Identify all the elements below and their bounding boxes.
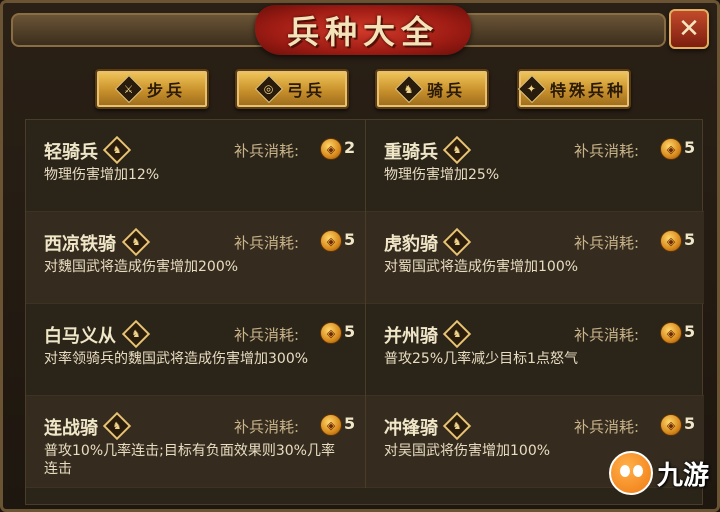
unit-description: 对蜀国武将造成伤害增加100% <box>384 259 579 275</box>
horse-icon: ♞ <box>442 411 472 441</box>
tab-label: 骑兵 <box>426 81 465 100</box>
unit-description: 对魏国武将造成伤害增加200% <box>44 259 239 275</box>
cost-value: 5 <box>684 230 696 249</box>
watermark: 九游 <box>609 439 719 507</box>
horse-icon: ♞ <box>121 227 151 257</box>
tab-label: 弓兵 <box>286 81 325 100</box>
unit-description: 对率领骑兵的魏国武将造成伤害增加300% <box>44 351 309 367</box>
table-row: 连战骑 ♞ 补兵消耗: ◈ 5 普攻10%几率连击;目标有负面效果则30%几率连击 冲锋骑 ♞… <box>26 396 704 488</box>
unit-card[interactable]: 连战骑 ♞ 补兵消耗: ◈ 5 普攻10%几率连击;目标有负面效果则30%几率连击 <box>26 396 365 488</box>
tab-cavalry[interactable]: ♞ 骑兵 <box>375 69 489 109</box>
cost-label: 补兵消耗: <box>574 142 640 160</box>
cost-value: 2 <box>344 138 356 157</box>
coin-icon: ◈ <box>660 414 682 436</box>
tab-label: 特殊兵种 <box>549 81 626 100</box>
unit-list[interactable]: 轻骑兵 ♞ 补兵消耗: ◈ 2 物理伤害增加12% 重骑兵 ♞ 补兵消耗: ◈ 5 物理伤害增加25%… <box>25 119 704 505</box>
cost-value: 5 <box>684 138 696 157</box>
unit-description: 普攻25%几率减少目标1点怒气 <box>384 351 579 367</box>
cost-label: 补兵消耗: <box>574 234 640 252</box>
cost-value: 5 <box>344 230 356 249</box>
cost-label: 补兵消耗: <box>234 142 300 160</box>
table-row: 白马义从 ♞ 补兵消耗: ◈ 5 对率领骑兵的魏国武将造成伤害增加300% 并州骑 ♞ 补兵消耗… <box>26 304 704 396</box>
cost-label: 补兵消耗: <box>574 418 640 436</box>
cost-value: 5 <box>344 322 356 341</box>
horse-icon: ♞ <box>394 74 424 104</box>
coin-icon: ◈ <box>320 414 342 436</box>
coin-icon: ◈ <box>320 230 342 252</box>
unit-name: 轻骑兵 <box>44 142 98 163</box>
unit-name: 连战骑 <box>44 418 98 439</box>
close-icon: ✕ <box>678 14 700 44</box>
window-title: 兵种大全 <box>286 13 439 51</box>
unit-encyclopedia-window: 兵种大全 ✕ ⚔ 步兵 ◎ 弓兵 ♞ 骑兵 ✦ 特殊兵种 轻骑兵 ♞ 补兵消耗: ◈ 2… <box>0 0 720 512</box>
tab-special[interactable]: ✦ 特殊兵种 <box>517 69 631 109</box>
unit-description: 物理伤害增加12% <box>44 167 160 183</box>
unit-card[interactable]: 白马义从 ♞ 补兵消耗: ◈ 5 对率领骑兵的魏国武将造成伤害增加300% <box>26 304 365 396</box>
bow-icon: ◎ <box>254 74 284 104</box>
unit-description: 物理伤害增加25% <box>384 167 500 183</box>
cost-value: 5 <box>684 322 696 341</box>
unit-name: 冲锋骑 <box>384 418 438 439</box>
cost-label: 补兵消耗: <box>234 234 300 252</box>
tab-label: 步兵 <box>146 81 185 100</box>
unit-card[interactable]: 虎豹骑 ♞ 补兵消耗: ◈ 5 对蜀国武将造成伤害增加100% <box>365 212 704 304</box>
unit-card[interactable]: 重骑兵 ♞ 补兵消耗: ◈ 5 物理伤害增加25% <box>365 120 704 212</box>
coin-icon: ◈ <box>660 230 682 252</box>
table-row: 西凉铁骑 ♞ 补兵消耗: ◈ 5 对魏国武将造成伤害增加200% 虎豹骑 ♞ 补兵消耗: ◈ 5 对蜀… <box>26 212 704 304</box>
cost-label: 补兵消耗: <box>574 326 640 344</box>
watermark-text: 九游 <box>657 460 710 491</box>
category-tabs: ⚔ 步兵 ◎ 弓兵 ♞ 骑兵 ✦ 特殊兵种 <box>11 55 711 113</box>
table-row: 轻骑兵 ♞ 补兵消耗: ◈ 2 物理伤害增加12% 重骑兵 ♞ 补兵消耗: ◈ 5 物理伤害增加25% <box>26 120 704 212</box>
horse-icon: ♞ <box>442 227 472 257</box>
horse-icon: ♞ <box>121 319 151 349</box>
cost-value: 5 <box>684 414 696 433</box>
cost-label: 补兵消耗: <box>234 418 300 436</box>
unit-name: 白马义从 <box>44 326 116 347</box>
horse-icon: ♞ <box>102 411 132 441</box>
coin-icon: ◈ <box>320 322 342 344</box>
star-icon: ✦ <box>517 74 547 104</box>
unit-name: 虎豹骑 <box>384 234 438 255</box>
coin-icon: ◈ <box>320 138 342 160</box>
horse-icon: ♞ <box>442 135 472 165</box>
cost-label: 补兵消耗: <box>234 326 300 344</box>
title-banner: 兵种大全 <box>255 5 471 55</box>
coin-icon: ◈ <box>660 138 682 160</box>
boot-icon: ⚔ <box>114 74 144 104</box>
tab-infantry[interactable]: ⚔ 步兵 <box>95 69 209 109</box>
unit-card[interactable]: 轻骑兵 ♞ 补兵消耗: ◈ 2 物理伤害增加12% <box>26 120 365 212</box>
horse-icon: ♞ <box>102 135 132 165</box>
horse-icon: ♞ <box>442 319 472 349</box>
unit-name: 重骑兵 <box>384 142 438 163</box>
close-button[interactable]: ✕ <box>669 9 709 49</box>
coin-icon: ◈ <box>660 322 682 344</box>
unit-name: 西凉铁骑 <box>44 234 116 255</box>
unit-name: 并州骑 <box>384 326 438 347</box>
tab-archer[interactable]: ◎ 弓兵 <box>235 69 349 109</box>
unit-card[interactable]: 西凉铁骑 ♞ 补兵消耗: ◈ 5 对魏国武将造成伤害增加200% <box>26 212 365 304</box>
cost-value: 5 <box>344 414 356 433</box>
mascot-logo <box>609 451 653 495</box>
unit-card[interactable]: 并州骑 ♞ 补兵消耗: ◈ 5 普攻25%几率减少目标1点怒气 <box>365 304 704 396</box>
unit-description: 普攻10%几率连击;目标有负面效果则30%几率连击 <box>44 443 335 477</box>
